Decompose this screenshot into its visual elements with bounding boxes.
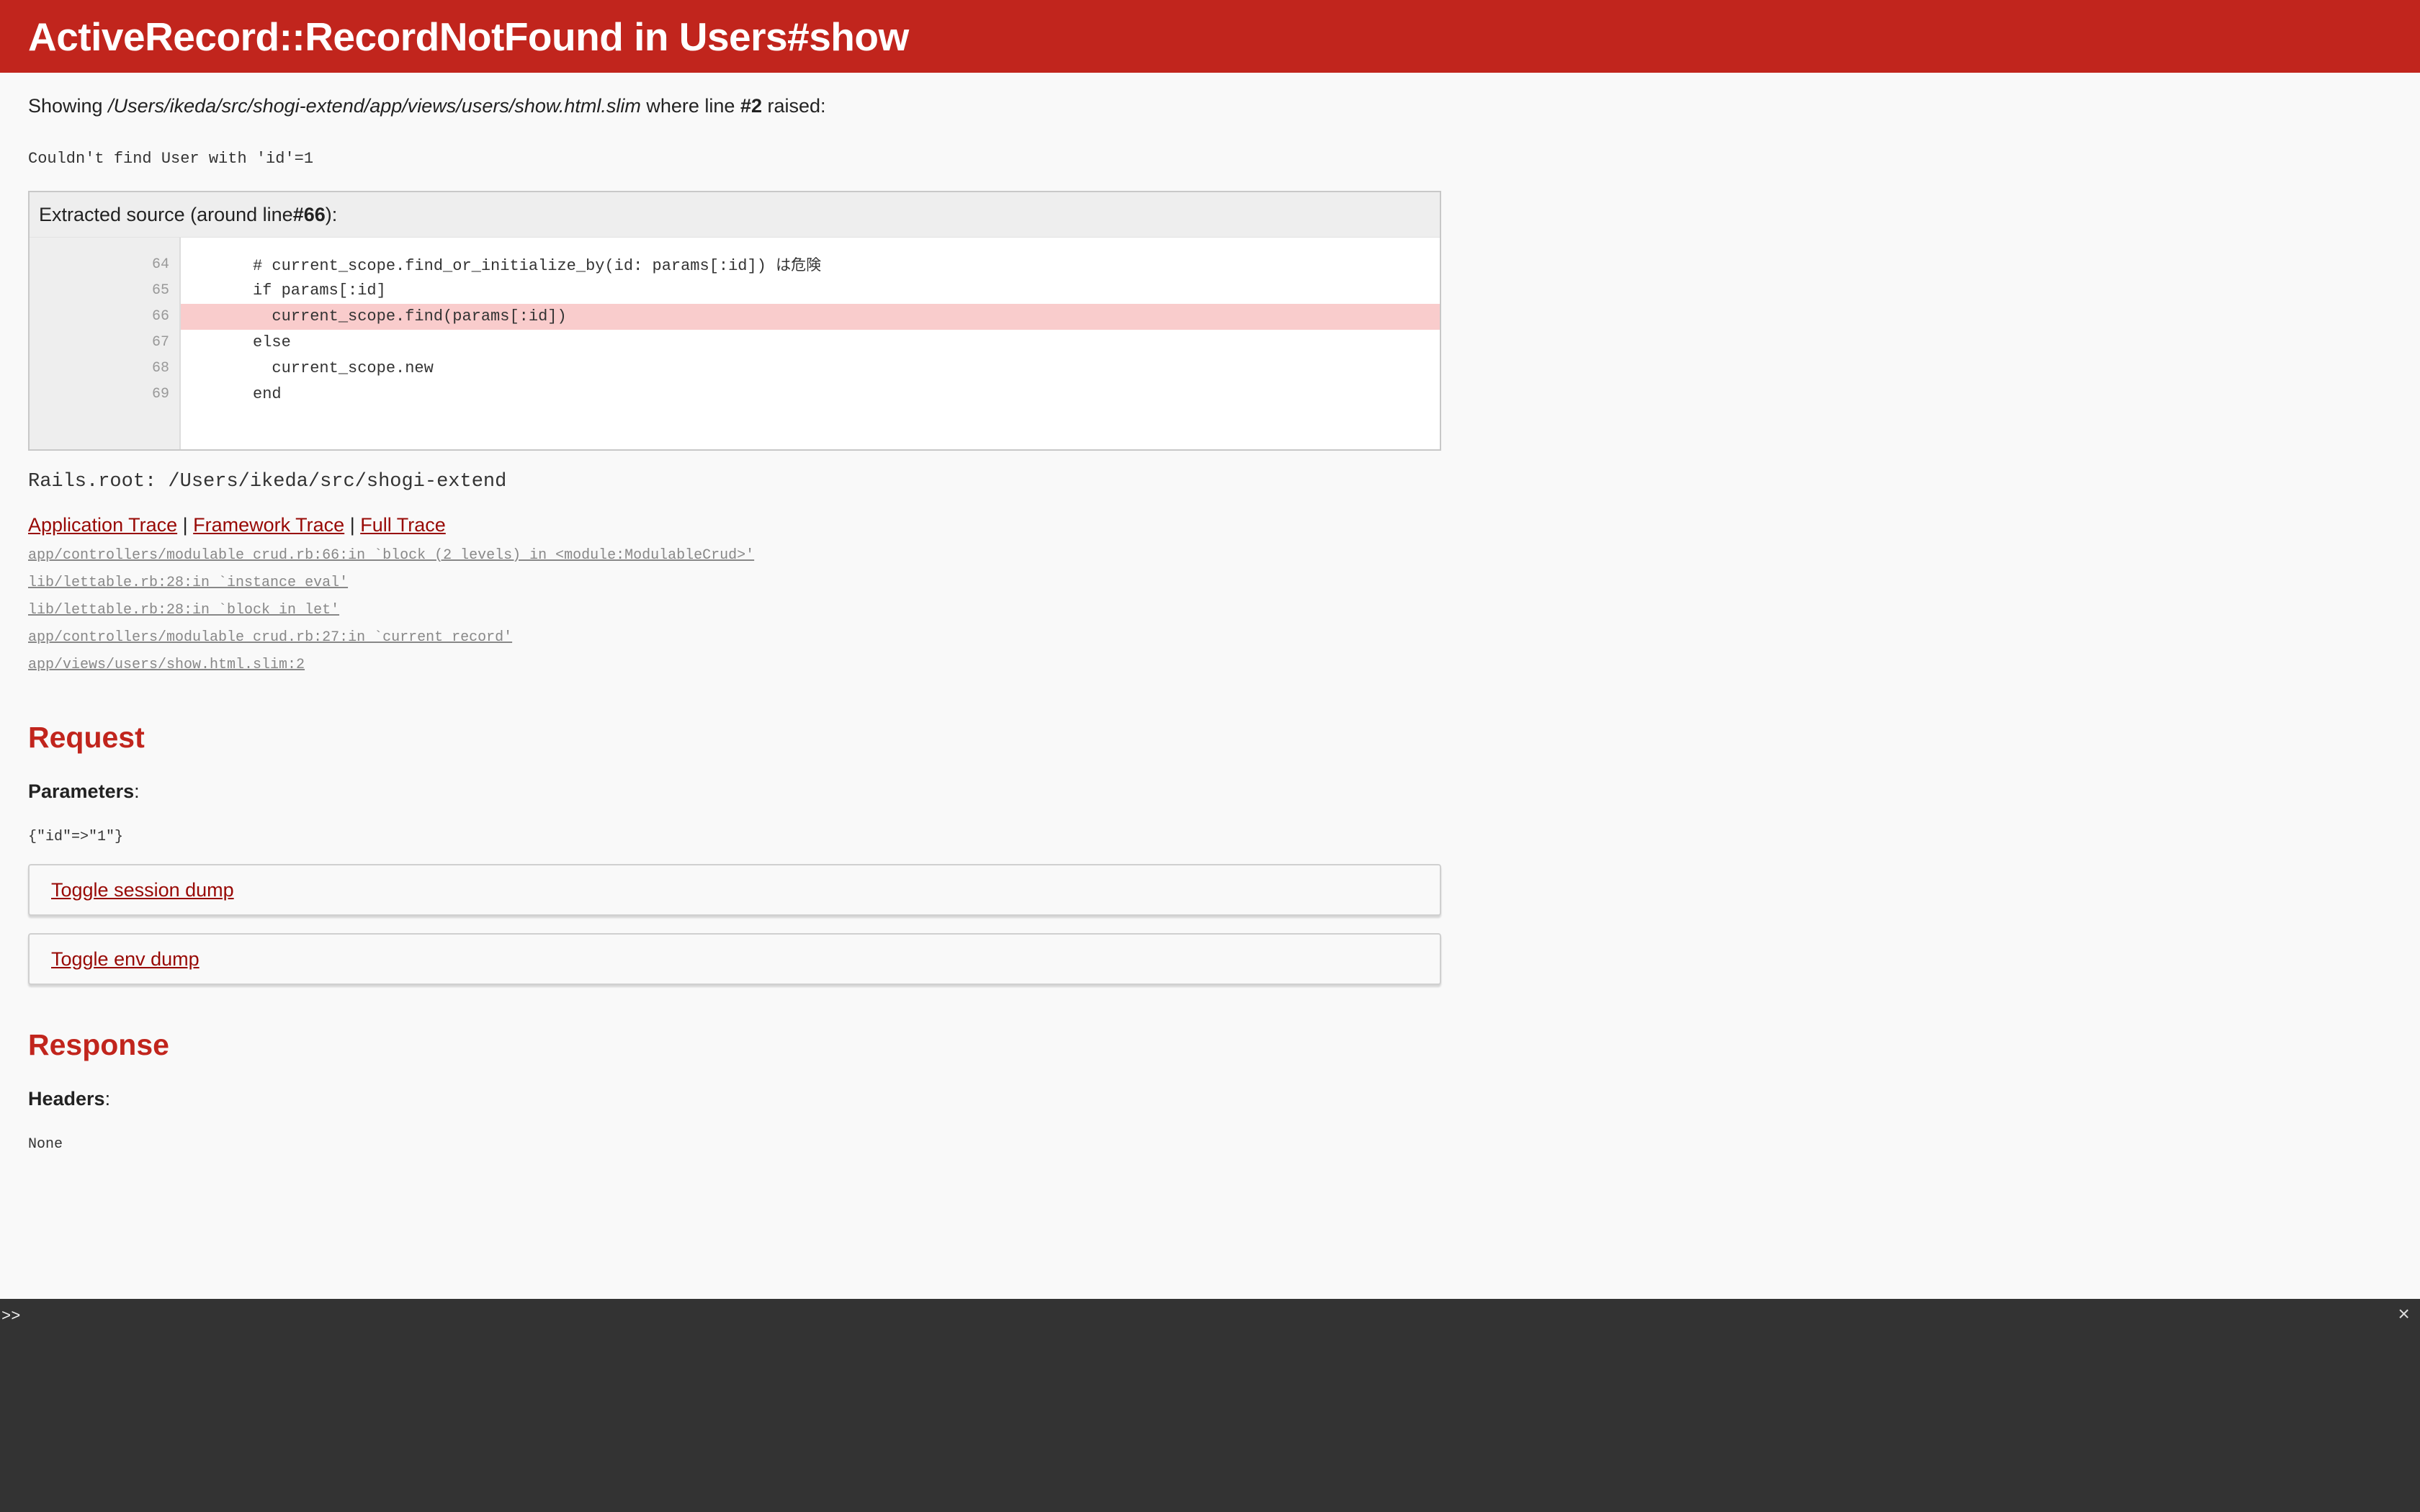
session-dump-box: Toggle session dump <box>28 864 1441 916</box>
trace-line[interactable]: app/views/users/show.html.slim:2 <box>28 652 2392 679</box>
trace-line[interactable]: app/controllers/modulable_crud.rb:27:in … <box>28 624 2392 652</box>
trace-separator: | <box>344 514 361 536</box>
line-number: 64 <box>151 256 169 273</box>
line-number-gutter: 64 65 66 67 68 69 <box>30 238 181 449</box>
full-trace-link[interactable]: Full Trace <box>360 514 446 536</box>
line-number: 65 <box>151 282 169 299</box>
source-body: 64 65 66 67 68 69 # current_scope.find_o… <box>30 238 1440 449</box>
code-line: else <box>253 333 291 351</box>
line-number: 67 <box>151 334 169 351</box>
label-colon: : <box>104 1088 111 1110</box>
error-line-number: #2 <box>740 95 762 117</box>
rails-root: Rails.root: /Users/ikeda/src/shogi-exten… <box>28 471 507 492</box>
headers-label: Headers: <box>28 1088 2392 1110</box>
web-console[interactable]: >> × <box>0 1299 2420 1512</box>
code-line: end <box>253 385 282 403</box>
console-prompt[interactable]: >> <box>1 1308 20 1326</box>
response-heading: Response <box>28 1028 169 1061</box>
code-line: if params[:id] <box>253 282 386 300</box>
label-colon: : <box>134 780 140 802</box>
code-line-highlighted: current_scope.find(params[:id]) <box>181 304 1440 330</box>
line-number: 66 <box>151 308 169 325</box>
source-title: Extracted source (around line #66): <box>30 192 1440 238</box>
error-header: ActiveRecord::RecordNotFound in Users#sh… <box>0 0 2420 73</box>
console-close-icon[interactable]: × <box>2398 1305 2410 1327</box>
error-content: Showing /Users/ikeda/src/shogi-extend/ap… <box>0 93 2420 1153</box>
trace-line[interactable]: app/controllers/modulable_crud.rb:66:in … <box>28 542 2392 570</box>
trace-separator: | <box>177 514 194 536</box>
code-line: # current_scope.find_or_initialize_by(id… <box>181 252 1440 278</box>
code-comment-jp: は危険 <box>776 256 822 274</box>
extracted-source: Extracted source (around line #66): 64 6… <box>28 191 1441 451</box>
application-trace-link[interactable]: Application Trace <box>28 514 177 536</box>
source-title-line: #66 <box>292 203 326 225</box>
trace-tabs: Application Trace | Framework Trace | Fu… <box>28 514 2392 536</box>
headers-value: None <box>28 1136 63 1153</box>
headers-label-text: Headers <box>28 1088 105 1110</box>
code-line-text: # current_scope.find_or_initialize_by(id… <box>253 257 776 275</box>
source-title-prefix: Extracted source (around line <box>39 203 293 225</box>
page-title: ActiveRecord::RecordNotFound in Users#sh… <box>28 14 909 59</box>
code-line: current_scope.new <box>253 359 434 377</box>
parameters-label: Parameters: <box>28 780 2392 803</box>
toggle-session-dump-link[interactable]: Toggle session dump <box>51 879 234 901</box>
showing-line: Showing /Users/ikeda/src/shogi-extend/ap… <box>28 93 2392 119</box>
source-title-suffix: ): <box>325 203 338 225</box>
showing-prefix: Showing <box>28 95 109 117</box>
code-block: # current_scope.find_or_initialize_by(id… <box>181 238 1440 449</box>
line-number: 68 <box>151 360 169 377</box>
error-message: Couldn't find User with 'id'=1 <box>28 150 314 168</box>
showing-suffix: raised: <box>762 95 826 117</box>
parameters-value: {"id"=>"1"} <box>28 829 124 845</box>
template-path: /Users/ikeda/src/shogi-extend/app/views/… <box>108 95 641 117</box>
env-dump-box: Toggle env dump <box>28 933 1441 985</box>
trace-line[interactable]: lib/lettable.rb:28:in `instance_eval' <box>28 570 2392 597</box>
parameters-label-text: Parameters <box>28 780 135 802</box>
request-heading: Request <box>28 721 145 754</box>
trace-line[interactable]: lib/lettable.rb:28:in `block in let' <box>28 597 2392 624</box>
framework-trace-link[interactable]: Framework Trace <box>193 514 344 536</box>
line-number: 69 <box>151 386 169 402</box>
trace-list: app/controllers/modulable_crud.rb:66:in … <box>28 542 2392 679</box>
showing-middle: where line <box>640 95 740 117</box>
toggle-env-dump-link[interactable]: Toggle env dump <box>51 948 200 971</box>
